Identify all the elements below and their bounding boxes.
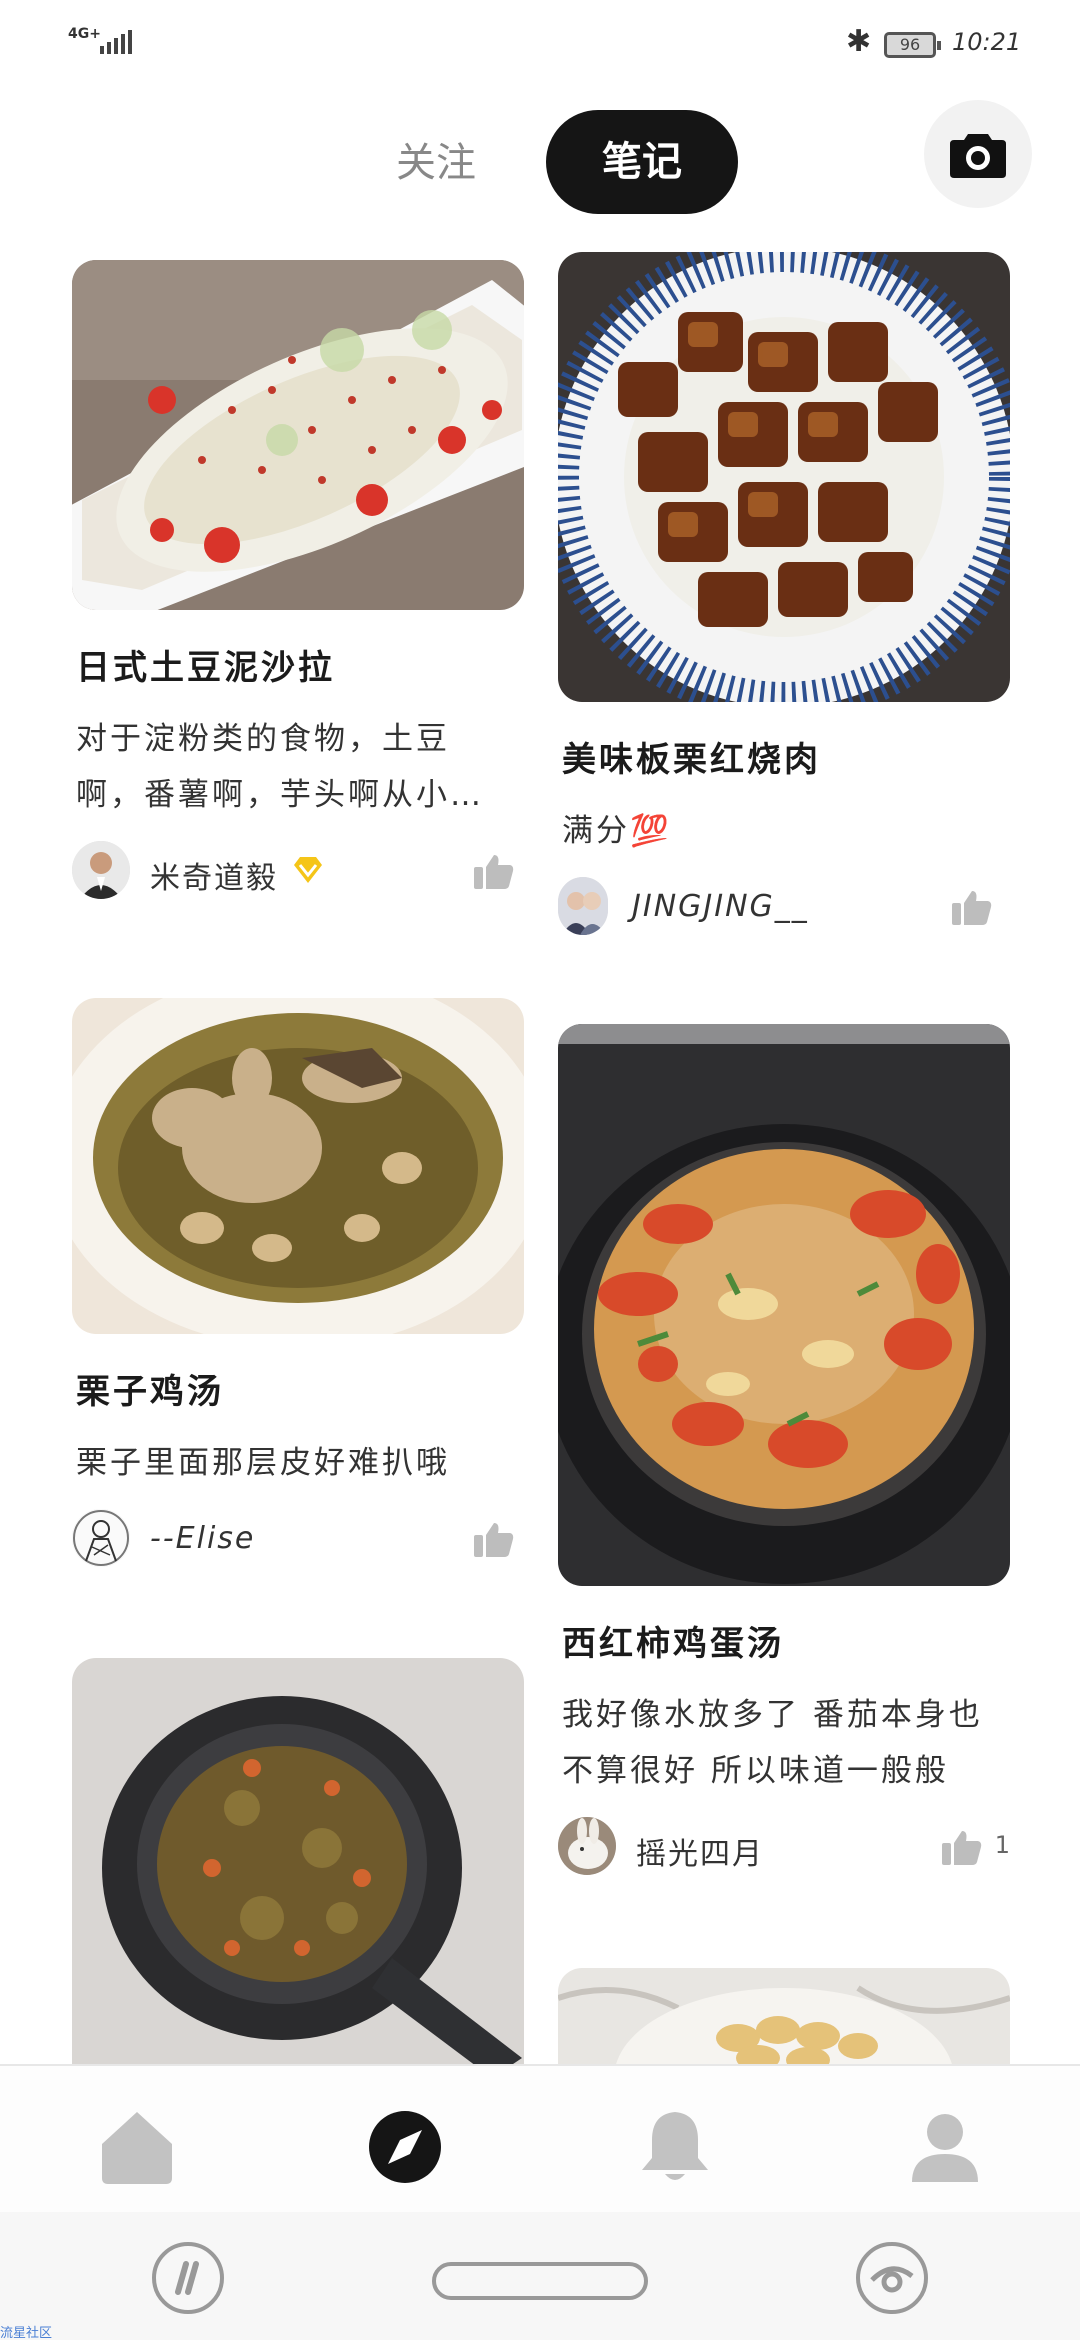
diamond-badge-icon xyxy=(294,857,322,883)
note-card[interactable]: 日式土豆泥沙拉 对于淀粉类的食物，土豆 啊，番薯啊，芋头啊从小… 米奇道毅 xyxy=(72,260,524,901)
note-description: 对于淀粉类的食物，土豆 啊，番薯啊，芋头啊从小… xyxy=(72,711,524,823)
status-bar: 4G+ ✱ 96 10:21 xyxy=(0,0,1080,90)
watermark-label: 流星社区 xyxy=(0,2326,53,2340)
thumbs-up-icon[interactable] xyxy=(474,853,514,889)
avatar[interactable] xyxy=(72,841,130,899)
thumbs-up-icon[interactable] xyxy=(474,1521,514,1557)
avatar[interactable] xyxy=(72,1509,130,1567)
signal-icon xyxy=(100,30,132,54)
tab-notes[interactable]: 笔记 xyxy=(546,110,738,214)
note-photo[interactable] xyxy=(72,260,524,610)
note-description: 满分💯 xyxy=(558,803,1010,859)
author-name[interactable]: 米奇道毅 xyxy=(150,853,278,897)
note-description-line: 不算很好 所以味道一般般 xyxy=(562,1753,949,1789)
note-card[interactable]: 西红柿鸡蛋汤 我好像水放多了 番茄本身也 不算很好 所以味道一般般 摇光四月 1 xyxy=(558,1024,1010,1877)
author-name[interactable]: --Elise xyxy=(150,1521,255,1556)
discover-icon[interactable] xyxy=(360,2102,450,2192)
note-card[interactable]: 美味板栗红烧肉 满分💯 JINGJING__ xyxy=(558,252,1010,937)
note-photo[interactable] xyxy=(558,1968,1010,2068)
thumbs-up-icon[interactable] xyxy=(942,1829,982,1865)
note-description-line: 对于淀粉类的食物，土豆 xyxy=(76,721,450,757)
camera-icon xyxy=(950,134,1006,178)
home-gesture-bar[interactable] xyxy=(432,2262,648,2300)
system-app-button[interactable] xyxy=(152,2242,224,2314)
avatar[interactable] xyxy=(558,1817,616,1875)
system-navigation-bar xyxy=(0,2212,1080,2340)
note-title: 美味板栗红烧肉 xyxy=(562,740,821,780)
note-description-line: 栗子里面那层皮好难扒哦 xyxy=(76,1445,450,1481)
note-description: 我好像水放多了 番茄本身也 不算很好 所以味道一般般 xyxy=(558,1687,1010,1799)
network-type: 4G+ xyxy=(68,26,101,42)
status-time: 10:21 xyxy=(952,28,1022,56)
note-description-line: 啊，番薯啊，芋头啊从小… xyxy=(76,777,484,813)
note-description-line: 满分💯 xyxy=(562,813,672,849)
like-count: 1 xyxy=(994,1831,1010,1859)
note-photo[interactable] xyxy=(72,1658,524,2068)
profile-icon[interactable] xyxy=(900,2102,990,2192)
eye-icon xyxy=(870,2266,914,2293)
note-author[interactable]: --Elise xyxy=(72,1507,524,1569)
thumbs-up-icon[interactable] xyxy=(952,889,992,925)
note-photo[interactable] xyxy=(72,998,524,1334)
note-photo[interactable] xyxy=(558,252,1010,702)
author-name[interactable]: JINGJING__ xyxy=(632,889,809,924)
note-card[interactable] xyxy=(72,1658,524,2068)
note-author[interactable]: 米奇道毅 xyxy=(72,839,524,901)
camera-button[interactable] xyxy=(924,100,1032,208)
note-author[interactable]: 摇光四月 1 xyxy=(558,1815,1010,1877)
app-switch-icon xyxy=(175,2261,199,2295)
note-author[interactable]: JINGJING__ xyxy=(558,875,1010,937)
system-eye-button[interactable] xyxy=(856,2242,928,2314)
note-title: 西红柿鸡蛋汤 xyxy=(562,1624,784,1664)
home-icon[interactable] xyxy=(92,2102,182,2192)
avatar[interactable] xyxy=(558,877,608,935)
bluetooth-icon: ✱ xyxy=(846,24,872,59)
note-title: 栗子鸡汤 xyxy=(76,1372,224,1412)
note-description: 栗子里面那层皮好难扒哦 xyxy=(72,1435,524,1491)
bell-icon[interactable] xyxy=(630,2102,720,2192)
note-photo[interactable] xyxy=(558,1024,1010,1586)
note-card[interactable] xyxy=(558,1968,1010,2068)
author-name[interactable]: 摇光四月 xyxy=(636,1829,764,1873)
tab-follow[interactable]: 关注 xyxy=(396,130,476,188)
note-description-line: 我好像水放多了 番茄本身也 xyxy=(562,1697,983,1733)
note-card[interactable]: 栗子鸡汤 栗子里面那层皮好难扒哦 --Elise xyxy=(72,998,524,1569)
note-title: 日式土豆泥沙拉 xyxy=(76,648,335,688)
battery-icon: 96 xyxy=(884,32,941,58)
